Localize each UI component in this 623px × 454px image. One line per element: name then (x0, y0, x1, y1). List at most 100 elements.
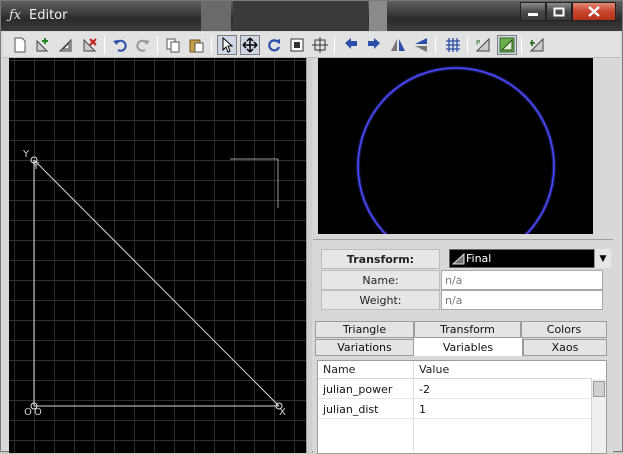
vertex-label-x: X (279, 407, 286, 418)
transform-properties: Transform: Final ▼ Name: n/a Weight: n/a… (313, 239, 613, 454)
weight-field[interactable]: n/a (441, 290, 603, 310)
toolbar-separator (334, 36, 335, 54)
tab-colors[interactable]: Colors (521, 321, 607, 338)
rotate-right-icon (368, 38, 380, 49)
weight-label: Weight: (321, 290, 440, 310)
final-transform-button[interactable] (497, 35, 517, 55)
tab-xaos[interactable]: Xaos (523, 339, 607, 356)
window-title: Editor (29, 8, 68, 23)
redo-button[interactable] (133, 35, 153, 55)
tab-transform[interactable]: Transform (414, 321, 521, 338)
transform-label: Transform: (321, 249, 440, 269)
delete-transform-button[interactable] (80, 35, 100, 55)
title-bar-backdrop (201, 1, 231, 31)
variable-name-cell: julian_power (318, 380, 414, 399)
minimize-button[interactable] (520, 2, 546, 21)
preview-ring-glow (356, 66, 556, 234)
variable-value-cell[interactable]: 1 (414, 400, 592, 419)
add-transform-icon (36, 38, 49, 52)
move-mode-button[interactable] (240, 35, 260, 55)
grid-button[interactable] (443, 35, 463, 55)
pane-splitter[interactable] (306, 58, 312, 453)
add-transform-button[interactable] (33, 35, 53, 55)
transform-selected-value: Final (466, 252, 492, 265)
window-controls (520, 2, 616, 22)
preview-ring (357, 67, 555, 234)
vertex-label-y-outer: Y (23, 149, 30, 160)
close-button[interactable] (572, 2, 616, 21)
minimize-icon (528, 12, 538, 16)
select-mode-button[interactable] (217, 35, 237, 55)
toolbar-separator (104, 36, 105, 54)
reference-bracket (230, 158, 279, 208)
post-transform-button[interactable]: P (473, 35, 493, 55)
name-label: Name: (321, 270, 440, 290)
close-icon (588, 6, 600, 17)
final-transform-icon (499, 37, 515, 53)
reset-icon (529, 37, 544, 52)
flame-preview (318, 58, 593, 234)
column-header-name[interactable]: Name (318, 361, 414, 379)
triangle-overlay (30, 156, 283, 410)
rotate-mode-button[interactable] (264, 35, 284, 55)
maximize-button[interactable] (546, 2, 572, 21)
flip-vertical-icon (415, 38, 427, 52)
triangle-edge-y-x (33, 159, 280, 407)
rotate-left-icon (345, 38, 357, 49)
duplicate-transform-button[interactable] (56, 35, 76, 55)
chevron-down-icon[interactable]: ▼ (594, 249, 611, 268)
variables-table: Name Value julian_power -2 julian_dist 1 (317, 360, 607, 454)
flip-vertical-button[interactable] (411, 35, 431, 55)
grid-icon (446, 38, 460, 52)
variable-value-cell[interactable]: -2 (414, 380, 592, 399)
maximize-icon (553, 7, 565, 16)
new-transform-button[interactable] (10, 35, 30, 55)
flip-horizontal-icon (391, 39, 405, 51)
vertex-label-o-inner: O (34, 407, 42, 418)
pivot-mode-button[interactable] (310, 35, 330, 55)
copy-button[interactable] (163, 35, 183, 55)
copy-icon (166, 38, 180, 53)
title-bar-backdrop (233, 1, 368, 31)
toolbar-separator (521, 36, 522, 54)
editor-toolbar: P (3, 32, 620, 58)
delete-transform-icon (83, 38, 97, 52)
tab-variations[interactable]: Variations (315, 339, 414, 356)
column-header-value[interactable]: Value (414, 361, 592, 379)
move-mode-icon (242, 37, 258, 53)
toolbar-separator (157, 36, 158, 54)
rotate-right-button[interactable] (364, 35, 384, 55)
tab-variables[interactable]: Variables (413, 337, 523, 356)
preview-render (356, 66, 556, 234)
reset-button[interactable] (527, 35, 547, 55)
title-bar[interactable]: ƒx Editor (1, 1, 622, 31)
toolbar-separator (435, 36, 436, 54)
post-transform-icon: P (475, 37, 490, 52)
toolbar-separator (211, 36, 212, 54)
svg-text:P: P (476, 39, 480, 47)
pivot-mode-icon (312, 37, 328, 53)
toolbar-separator (467, 36, 468, 54)
flip-horizontal-button[interactable] (388, 35, 408, 55)
undo-icon (113, 39, 127, 52)
variable-name-cell: julian_dist (318, 400, 414, 419)
title-bar-backdrop (369, 1, 387, 31)
scale-mode-icon (290, 38, 304, 52)
tab-triangle[interactable]: Triangle (315, 321, 414, 338)
paste-button[interactable] (186, 35, 206, 55)
variables-scrollbar[interactable] (591, 379, 606, 453)
scrollbar-thumb[interactable] (593, 381, 605, 397)
transform-select[interactable]: Final ▼ (449, 249, 611, 268)
final-triangle-icon (452, 252, 465, 264)
new-transform-icon (14, 37, 26, 53)
name-field[interactable]: n/a (441, 270, 603, 290)
vertex-label-y-inner: Y (33, 161, 40, 172)
undo-button[interactable] (110, 35, 130, 55)
rotate-left-button[interactable] (341, 35, 361, 55)
select-mode-icon (222, 37, 234, 53)
triangle-canvas[interactable]: Y Y O O X (9, 58, 306, 453)
rotate-mode-icon (268, 39, 281, 52)
redo-icon (136, 39, 150, 52)
scale-mode-button[interactable] (287, 35, 307, 55)
vertex-label-o-outer: O (24, 407, 32, 418)
